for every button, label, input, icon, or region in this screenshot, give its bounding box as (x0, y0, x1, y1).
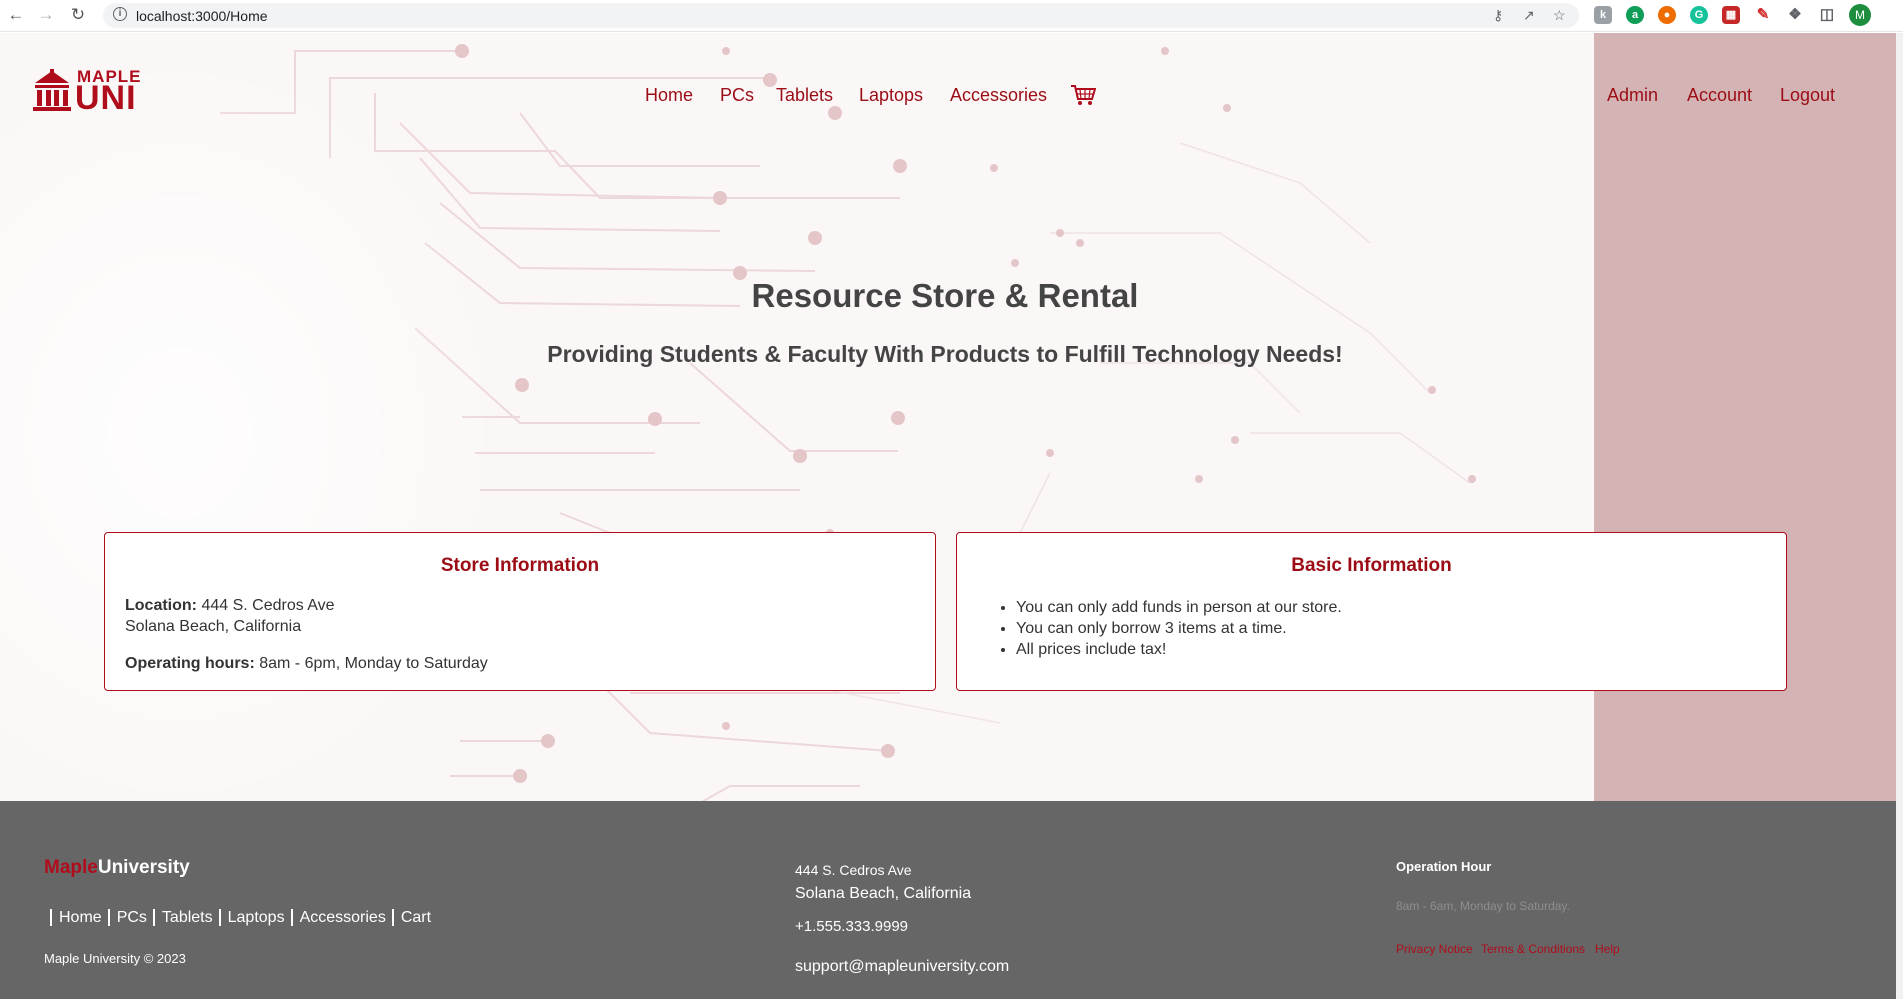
back-icon[interactable]: ← (6, 5, 26, 25)
footer: MapleUniversity Home PCs Tablets Laptops Acc… (0, 801, 1903, 999)
hours-label: Operating hours: (125, 655, 255, 672)
operation-hour-heading: Operation Hour (1396, 859, 1492, 874)
location-line1: 444 S. Cedros Ave (201, 597, 335, 614)
list-item: You can only add funds in person at our … (1016, 597, 1342, 618)
footer-link-accessories[interactable]: Accessories (290, 909, 392, 926)
forward-icon[interactable]: → (36, 5, 56, 25)
nav-home[interactable]: Home (645, 85, 693, 106)
footer-address-line2: Solana Beach, California (795, 885, 972, 902)
basic-information-list: You can only add funds in person at our … (996, 597, 1342, 660)
nav-accessories[interactable]: Accessories (950, 85, 1047, 106)
footer-address-line1: 444 S. Cedros Ave (795, 862, 912, 878)
share-icon[interactable]: ↗ (1523, 7, 1535, 24)
university-building-icon (33, 69, 71, 111)
footer-link-tablets[interactable]: Tablets (152, 909, 219, 926)
url-text[interactable]: localhost:3000/Home (136, 8, 268, 24)
key-icon[interactable]: ⚷ (1493, 7, 1503, 24)
help-link[interactable]: Help (1595, 942, 1620, 956)
location-label: Location: (125, 597, 197, 614)
reload-icon[interactable]: ↻ (68, 5, 88, 25)
puzzle-icon[interactable]: ❖ (1786, 6, 1804, 24)
page-title: Resource Store & Rental (751, 277, 1139, 314)
footer-copyright: Maple University © 2023 (44, 951, 186, 966)
maple-uni-logo[interactable]: MAPLE UNI (32, 65, 150, 115)
nav-account[interactable]: Account (1687, 85, 1752, 106)
basic-information-card: Basic Information You can only add funds… (956, 532, 1787, 691)
site-info-icon[interactable]: i (113, 7, 127, 21)
pen-icon[interactable]: ✎ (1754, 6, 1772, 24)
footer-phone[interactable]: +1.555.333.9999 (795, 918, 908, 935)
nav-admin[interactable]: Admin (1607, 85, 1658, 106)
hours-value: 8am - 6pm, Monday to Saturday (259, 655, 488, 672)
sidepanel-icon[interactable]: ◫ (1818, 6, 1836, 24)
page-subtitle: Providing Students & Faculty With Produc… (547, 341, 1343, 367)
nav-pcs[interactable]: PCs (720, 85, 754, 106)
bookmark-star-icon[interactable]: ☆ (1553, 7, 1566, 24)
footer-link-laptops[interactable]: Laptops (218, 909, 291, 926)
privacy-notice-link[interactable]: Privacy Notice (1396, 942, 1473, 956)
footer-link-pcs[interactable]: PCs (107, 909, 153, 926)
cart-icon[interactable] (1070, 84, 1096, 106)
footer-link-cart[interactable]: Cart (391, 909, 438, 926)
footer-email[interactable]: support@mapleuniversity.com (795, 958, 1009, 976)
footer-links: Home PCs Tablets Laptops Accessories Cart (50, 909, 438, 927)
grammarly-icon[interactable]: G (1690, 6, 1708, 24)
list-item: You can only borrow 3 items at a time. (1016, 618, 1342, 639)
nav-logout[interactable]: Logout (1780, 85, 1835, 106)
scrollbar[interactable] (1896, 33, 1903, 999)
store-location: Location: 444 S. Cedros Ave (125, 597, 335, 615)
extension-icon[interactable]: ● (1658, 6, 1676, 24)
profile-avatar[interactable]: M (1849, 4, 1871, 26)
extension-icon[interactable]: k (1594, 6, 1612, 24)
browser-toolbar: ← → ↻ i localhost:3000/Home ⚷ ↗ ☆ k a ● … (0, 0, 1903, 32)
logo-text-uni: UNI (75, 79, 137, 117)
location-line2: Solana Beach, California (125, 618, 302, 635)
terms-conditions-link[interactable]: Terms & Conditions (1481, 942, 1585, 956)
operation-hour-text: 8am - 6am, Monday to Saturday. (1396, 899, 1570, 913)
store-information-title: Store Information (440, 555, 600, 576)
footer-brand-university: University (97, 857, 190, 878)
footer-brand-maple: Maple (44, 857, 98, 878)
footer-brand: MapleUniversity (44, 857, 190, 879)
basic-information-title: Basic Information (1291, 555, 1452, 576)
list-item: All prices include tax! (1016, 639, 1342, 660)
extension-icon[interactable]: a (1626, 6, 1644, 24)
nav-tablets[interactable]: Tablets (776, 85, 833, 106)
nav-laptops[interactable]: Laptops (859, 85, 923, 106)
store-information-card: Store Information Location: 444 S. Cedro… (104, 532, 936, 691)
address-bar[interactable]: i localhost:3000/Home ⚷ ↗ ☆ (103, 3, 1579, 28)
footer-link-home[interactable]: Home (50, 909, 108, 926)
store-hours: Operating hours: 8am - 6pm, Monday to Sa… (125, 655, 488, 673)
extension-icon[interactable]: ▦ (1722, 6, 1740, 24)
